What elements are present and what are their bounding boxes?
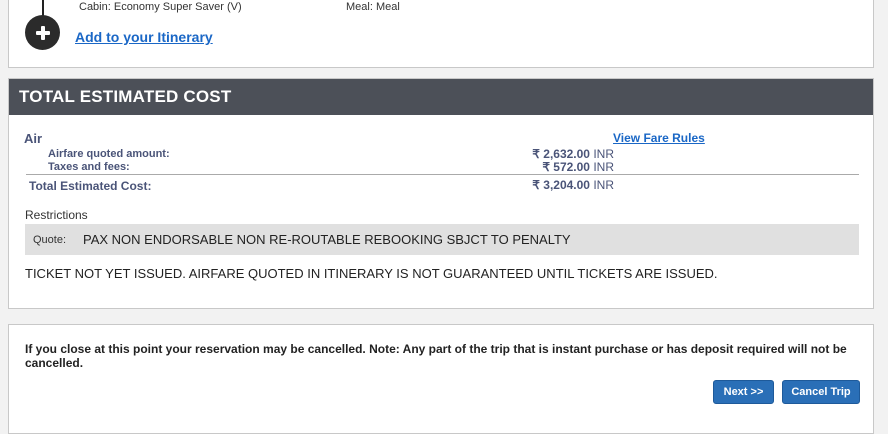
airfare-amount: ₹ 2,632.00: [532, 147, 590, 161]
action-panel: If you close at this point your reservat…: [8, 324, 874, 434]
itinerary-panel: Cabin: Economy Super Saver (V) Meal: Mea…: [8, 0, 874, 68]
quote-label: Quote:: [33, 234, 67, 246]
quote-text: PAX NON ENDORSABLE NON RE-ROUTABLE REBOO…: [83, 232, 571, 247]
total-label: Total Estimated Cost:: [29, 179, 152, 193]
plus-icon: [35, 25, 50, 40]
airfare-label: Airfare quoted amount:: [48, 148, 170, 160]
add-to-itinerary-link[interactable]: Add to your Itinerary: [75, 29, 213, 45]
airfare-value: ₹ 2,632.00 INR: [414, 147, 614, 161]
quote-bar: Quote: PAX NON ENDORSABLE NON RE-ROUTABL…: [25, 224, 859, 255]
taxes-value: ₹ 572.00 INR: [414, 160, 614, 174]
cancel-trip-button[interactable]: Cancel Trip: [782, 380, 860, 404]
taxes-currency: INR: [593, 160, 614, 174]
cost-divider: [26, 174, 859, 175]
total-currency: INR: [593, 178, 614, 192]
restrictions-label: Restrictions: [25, 208, 88, 222]
total-value: ₹ 3,204.00 INR: [414, 178, 614, 192]
cancellation-warning: If you close at this point your reservat…: [25, 342, 847, 370]
total-cost-header: TOTAL ESTIMATED COST: [9, 79, 873, 115]
view-fare-rules-link[interactable]: View Fare Rules: [613, 131, 705, 145]
air-label: Air: [24, 131, 43, 146]
cabin-info: Cabin: Economy Super Saver (V): [79, 1, 242, 13]
airfare-currency: INR: [593, 147, 614, 161]
ticket-notice: TICKET NOT YET ISSUED. AIRFARE QUOTED IN…: [25, 266, 718, 281]
meal-info: Meal: Meal: [346, 1, 400, 13]
add-icon[interactable]: [25, 15, 60, 50]
next-button[interactable]: Next >>: [713, 380, 774, 404]
total-amount: ₹ 3,204.00: [532, 178, 590, 192]
taxes-amount: ₹ 572.00: [542, 160, 590, 174]
total-cost-panel: TOTAL ESTIMATED COST Air View Fare Rules…: [8, 78, 874, 309]
taxes-label: Taxes and fees:: [48, 161, 130, 173]
